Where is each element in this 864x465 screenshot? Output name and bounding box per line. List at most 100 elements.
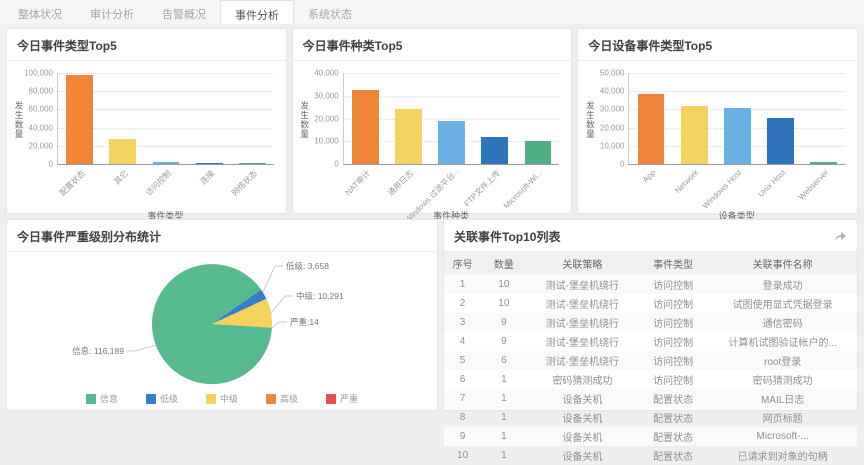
column-header: 事件类型 <box>638 252 708 275</box>
table-cell: 测试-堡垒机绕行 <box>527 313 639 332</box>
bar-网络状态[interactable] <box>239 163 266 164</box>
table-cell: 1 <box>481 408 526 427</box>
pie-label-低级: 低级: 3,658 <box>286 261 329 271</box>
tab-overall-status[interactable]: 整体状况 <box>4 0 76 24</box>
gridline <box>629 73 845 74</box>
table-cell: 测试-堡垒机绕行 <box>527 351 639 370</box>
dashboard-main: 今日事件类型Top5 发生数量 020,00040,00060,00080,00… <box>0 24 864 411</box>
tab-audit-analysis[interactable]: 审计分析 <box>76 0 148 24</box>
table-cell: 访问控制 <box>638 332 708 351</box>
legend-item-低级[interactable]: 低级 <box>146 392 178 405</box>
gridline <box>629 91 845 92</box>
panel-event-type-top5: 今日事件类型Top5 发生数量 020,00040,00060,00080,00… <box>6 28 287 214</box>
table-row: 56测试-堡垒机绕行访问控制root登录 <box>444 351 857 370</box>
table-cell: 9 <box>444 427 481 446</box>
chart-plot-area: 010,00020,00030,00040,00050,000AppNetwor… <box>628 73 845 165</box>
y-axis-name: 发生数量 <box>13 101 25 139</box>
y-tick-label: 30,000 <box>314 91 338 100</box>
y-tick-label: 0 <box>334 160 338 169</box>
table-cell: MAIL日志 <box>708 389 857 408</box>
table-cell: root登录 <box>708 351 857 370</box>
pie-chart-severity: 低级: 3,658中级: 10,291严重:14信息: 116,189 信息低级… <box>7 252 437 405</box>
table-cell: 测试-堡垒机绕行 <box>527 275 639 294</box>
table-header-row: 序号数量关联策略事件类型关联事件名称 <box>444 252 857 275</box>
bar-访问控制[interactable] <box>153 162 180 164</box>
bar-其它[interactable] <box>109 139 136 164</box>
legend-label: 中级 <box>220 392 238 405</box>
y-tick-label: 20,000 <box>600 123 624 132</box>
pie-svg: 低级: 3,658中级: 10,291严重:14信息: 116,189 <box>7 254 437 392</box>
tab-event-analysis[interactable]: 事件分析 <box>220 0 294 24</box>
bar-Network[interactable] <box>681 106 708 164</box>
panel-severity-distribution: 今日事件严重级别分布统计 低级: 3,658中级: 10,291严重:14信息:… <box>6 219 438 411</box>
table-cell: 1 <box>444 275 481 294</box>
y-axis-name: 发生数量 <box>584 101 596 139</box>
bar-chart-device-type: 发生数量 010,00020,00030,00040,00050,000AppN… <box>628 73 845 165</box>
y-axis-name: 发生数量 <box>299 101 311 139</box>
table-cell: 访问控制 <box>638 275 708 294</box>
table-cell: 8 <box>444 408 481 427</box>
bar-Windows 过滤平台...[interactable] <box>438 121 465 164</box>
bar-Unix Host[interactable] <box>767 118 794 164</box>
bar-Windows Host[interactable] <box>724 108 751 164</box>
table-cell: 5 <box>444 351 481 370</box>
column-header: 关联策略 <box>527 252 639 275</box>
table-cell: 1 <box>481 389 526 408</box>
y-tick-label: 40,000 <box>600 87 624 96</box>
table-cell: 配置状态 <box>638 389 708 408</box>
table-cell: 访问控制 <box>638 351 708 370</box>
table-cell: 10 <box>444 446 481 465</box>
table-cell: 9 <box>481 313 526 332</box>
legend-item-信息[interactable]: 信息 <box>86 392 118 405</box>
table-cell: 1 <box>481 446 526 465</box>
bar-Microsoft-Wi...[interactable] <box>525 141 552 164</box>
legend-item-中级[interactable]: 中级 <box>206 392 238 405</box>
gridline <box>344 73 560 74</box>
legend-item-严重[interactable]: 严重 <box>326 392 358 405</box>
table-cell: Microsoft-... <box>708 427 857 446</box>
table-row: 81设备关机配置状态网页标题 <box>444 408 857 427</box>
table-cell: 6 <box>444 370 481 389</box>
table-cell: 9 <box>481 332 526 351</box>
bar-Webserver[interactable] <box>810 162 837 164</box>
bar-NAT审计[interactable] <box>352 90 379 164</box>
table-cell: 访问控制 <box>638 313 708 332</box>
expand-arrow-icon[interactable] <box>834 231 847 242</box>
table-cell: 访问控制 <box>638 294 708 313</box>
bar-chart-event-type: 发生数量 020,00040,00060,00080,000100,000配置状… <box>57 73 274 165</box>
y-tick-label: 30,000 <box>600 105 624 114</box>
table-row: 91设备关机配置状态Microsoft-... <box>444 427 857 446</box>
pie-label-信息: 信息: 116,189 <box>72 346 124 356</box>
y-tick-label: 100,000 <box>24 69 53 78</box>
table-cell: 3 <box>444 313 481 332</box>
bar-配置状态[interactable] <box>66 75 93 164</box>
bar-FTP文件上传[interactable] <box>481 137 508 164</box>
legend-label: 高级 <box>280 392 298 405</box>
table-cell: 配置状态 <box>638 408 708 427</box>
table-cell: 配置状态 <box>638 446 708 465</box>
panel-title: 今日事件类型Top5 <box>17 37 117 54</box>
y-tick-label: 40,000 <box>314 69 338 78</box>
panel-title: 关联事件Top10列表 <box>454 228 560 245</box>
table-row: 210测试-堡垒机绕行访问控制试图使用显式凭据登录 <box>444 294 857 313</box>
bar-App[interactable] <box>638 94 665 164</box>
legend-swatch <box>326 394 336 404</box>
bar-连接[interactable] <box>196 163 223 164</box>
tab-system-status[interactable]: 系统状态 <box>294 0 366 24</box>
tab-alert-overview[interactable]: 告警概况 <box>148 0 220 24</box>
table-cell: 2 <box>444 294 481 313</box>
correlated-events-table: 序号数量关联策略事件类型关联事件名称 110测试-堡垒机绕行访问控制登录成功21… <box>444 252 857 465</box>
bar-通用日志[interactable] <box>395 109 422 164</box>
table-cell: 6 <box>481 351 526 370</box>
table-cell: 设备关机 <box>527 389 639 408</box>
pie-label-line <box>272 322 287 328</box>
pie-label-严重: 严重:14 <box>290 317 319 327</box>
legend-item-高级[interactable]: 高级 <box>266 392 298 405</box>
y-tick-label: 50,000 <box>600 69 624 78</box>
y-tick-label: 20,000 <box>314 114 338 123</box>
table-cell: 已请求到对象的句柄 <box>708 446 857 465</box>
pie-legend: 信息 低级 中级 高级 严重 <box>7 392 437 405</box>
table-cell: 计算机试图验证帐户的... <box>708 332 857 351</box>
y-tick-label: 0 <box>620 160 624 169</box>
table-cell: 访问控制 <box>638 370 708 389</box>
